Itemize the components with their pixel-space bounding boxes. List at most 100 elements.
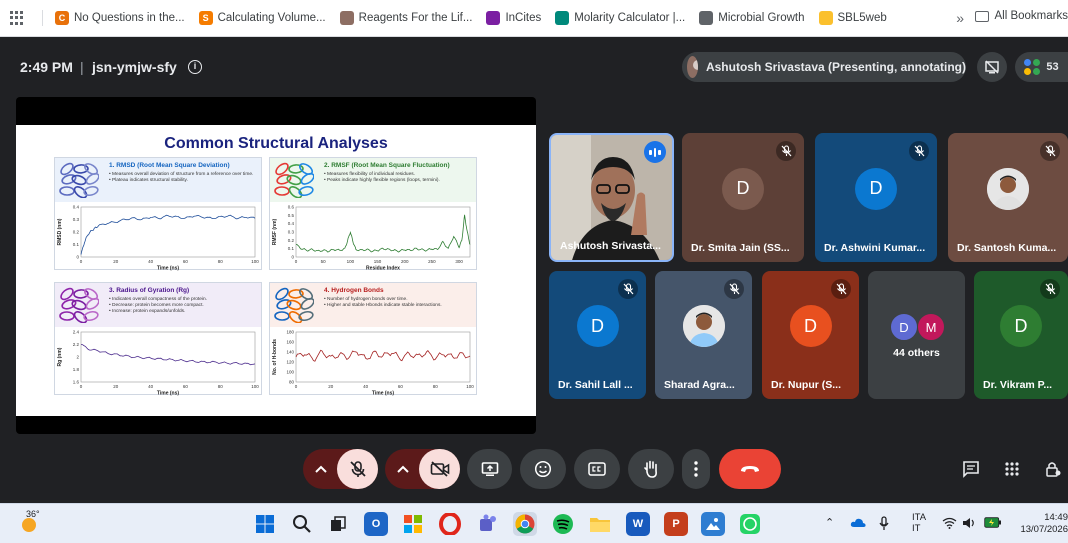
bookmark-5[interactable]: Molarity Calculator |... — [555, 11, 685, 25]
bookmark-6[interactable]: Microbial Growth — [699, 11, 805, 25]
wifi-icon[interactable] — [942, 517, 957, 529]
mic-muted-icon — [1040, 141, 1060, 161]
x-tick-label: 50 — [321, 259, 327, 264]
people-button[interactable]: 53 — [1015, 52, 1068, 82]
y-tick-label: 0.3 — [73, 217, 80, 222]
chat-button[interactable] — [960, 458, 982, 480]
y-tick-label: 0.3 — [288, 230, 295, 235]
participant-name: Dr. Sahil Lall ... — [558, 379, 633, 391]
folder-icon — [974, 10, 989, 22]
x-tick-label: 150 — [374, 259, 382, 264]
participant-tile[interactable]: Ashutosh Srivasta... — [549, 133, 674, 262]
microphone-icon[interactable] — [879, 516, 889, 532]
presenter-chip[interactable]: Ashutosh Srivastava (Presenting, annotat… — [682, 52, 966, 82]
incites-icon — [486, 11, 501, 25]
presentation-area[interactable]: Common Structural Analyses 1. RMSD (Root… — [16, 97, 536, 434]
panel-heading: 2. RMSF (Root Mean Square Fluctuation) — [324, 162, 450, 169]
bookmark-label: No Questions in the... — [74, 12, 185, 24]
x-tick-label: 100 — [251, 259, 259, 264]
language-region: IT — [912, 523, 921, 534]
bookmark-3[interactable]: Reagents For the Lif... — [339, 11, 473, 25]
participant-tile[interactable]: D Dr. Nupur (S... — [762, 271, 859, 399]
bookmark-2[interactable]: S Calculating Volume... — [198, 11, 326, 25]
language-code: ITA — [912, 512, 927, 523]
task-view-button[interactable] — [326, 512, 350, 536]
y-tick-label: 180 — [286, 330, 294, 335]
participant-tile[interactable]: D Dr. Ashwini Kumar... — [815, 133, 937, 262]
x-tick-label: 80 — [433, 384, 439, 389]
participant-tile[interactable]: Sharad Agra... — [655, 271, 752, 399]
all-bookmarks-button[interactable]: All Bookmarks — [974, 10, 1068, 22]
mic-toggle-button[interactable] — [337, 449, 378, 489]
bookmark-4[interactable]: InCites — [486, 11, 541, 25]
chrome-app[interactable] — [513, 512, 537, 536]
activities-button[interactable] — [1001, 458, 1023, 480]
reactions-button[interactable] — [520, 449, 566, 489]
participant-name: Dr. Smita Jain (SS... — [691, 242, 790, 254]
video-options-button[interactable] — [387, 449, 419, 489]
bookmark-label: Reagents For the Lif... — [358, 12, 473, 24]
word-app[interactable]: W — [626, 512, 650, 536]
more-options-button[interactable] — [682, 449, 710, 489]
bookmark-7[interactable]: SBL5web — [818, 11, 887, 25]
outlook-app[interactable]: O — [364, 512, 388, 536]
input-language[interactable]: ITA IT — [912, 512, 926, 534]
panel-header: 2. RMSF (Root Mean Square Fluctuation) Me… — [270, 158, 476, 202]
closed-captions-icon — [588, 462, 606, 476]
spotify-app[interactable] — [551, 512, 575, 536]
bookmark-label: Microbial Growth — [718, 12, 805, 24]
x-axis-label: Time (ns) — [157, 266, 179, 272]
meeting-info-icon[interactable]: i — [188, 60, 202, 74]
system-clock[interactable]: 14:49 13/07/2026 — [1020, 512, 1068, 536]
end-call-icon — [741, 466, 759, 472]
audio-options-button[interactable] — [305, 449, 337, 489]
volume-icon[interactable] — [962, 517, 976, 529]
y-tick-label: 100 — [286, 370, 294, 375]
bookmark-1[interactable]: C No Questions in the... — [55, 11, 185, 25]
others-tile[interactable]: D M 44 others — [868, 271, 965, 399]
emoji-icon — [534, 460, 552, 478]
y-tick-label: 2.2 — [73, 342, 80, 347]
x-tick-label: 20 — [328, 384, 334, 389]
apps-grid-icon[interactable] — [10, 11, 24, 25]
file-explorer-app[interactable] — [588, 512, 612, 536]
opera-app[interactable] — [438, 512, 462, 536]
captions-button[interactable] — [574, 449, 620, 489]
search-icon — [293, 515, 311, 533]
participant-tile[interactable]: D Dr. Vikram P... — [974, 271, 1068, 399]
onedrive-cloud-icon[interactable] — [850, 517, 866, 529]
participant-tile[interactable]: D Dr. Smita Jain (SS... — [682, 133, 804, 262]
mic-muted-icon — [831, 279, 851, 299]
bullet-point: Peaks indicate highly flexible regions (… — [324, 178, 474, 184]
line-chart: 0 50 100 150 200 250 30000.10.20.30.40.50.6Res… — [272, 205, 471, 271]
whatsapp-app[interactable] — [738, 512, 762, 536]
stop-presenting-button[interactable] — [977, 52, 1007, 82]
photos-app[interactable] — [701, 512, 725, 536]
battery-charging-icon[interactable] — [984, 517, 1002, 528]
mic-muted-icon — [724, 279, 744, 299]
start-button[interactable] — [253, 512, 277, 536]
hand-icon — [644, 460, 657, 478]
powerpoint-app[interactable]: P — [664, 512, 688, 536]
camera-toggle-button[interactable] — [419, 449, 460, 489]
taskbar-search-button[interactable] — [290, 512, 314, 536]
opera-icon — [439, 513, 461, 535]
leave-call-button[interactable] — [719, 449, 781, 489]
store-app[interactable] — [401, 512, 425, 536]
participant-tile[interactable]: Dr. Santosh Kuma... — [948, 133, 1068, 262]
panel-bullets: Measures flexibility of individual resid… — [324, 172, 474, 184]
host-controls-button[interactable] — [1042, 458, 1064, 480]
present-now-button[interactable] — [467, 449, 512, 489]
y-axis-label: RMSD (nm) — [57, 218, 63, 245]
bookmark-label: Calculating Volume... — [217, 12, 326, 24]
participant-name: Sharad Agra... — [664, 379, 735, 391]
analysis-panel: 1. RMSD (Root Mean Square Deviation) Meas… — [54, 157, 262, 272]
raise-hand-button[interactable] — [628, 449, 674, 489]
participant-avatar: D — [855, 167, 897, 210]
panel-header: 4. Hydrogen Bonds Number of hydrogen bond… — [270, 283, 476, 327]
teams-app[interactable] — [476, 512, 500, 536]
tray-overflow-icon[interactable]: ⌃ — [825, 516, 834, 529]
bookmarks-overflow-icon[interactable]: » — [956, 10, 964, 26]
participant-tile[interactable]: D Dr. Sahil Lall ... — [549, 271, 646, 399]
word-icon: W — [632, 518, 644, 530]
